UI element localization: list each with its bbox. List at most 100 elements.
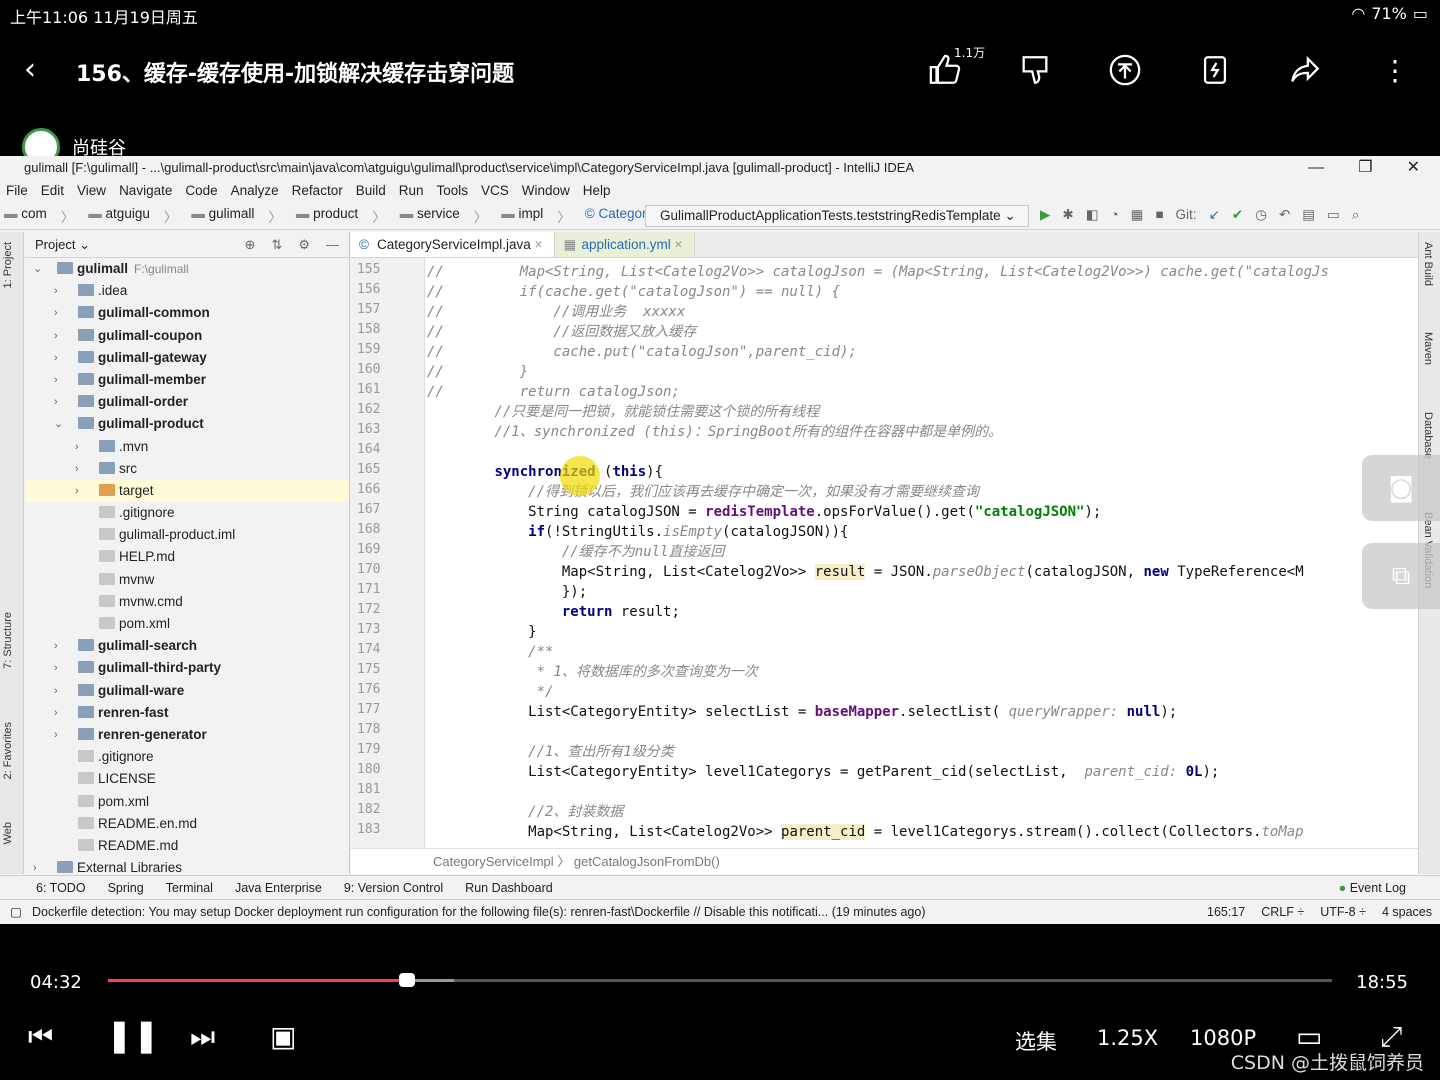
tree-node[interactable]: › .mvn xyxy=(25,436,349,458)
collapsed-icon[interactable]: › xyxy=(75,480,87,502)
build-icon[interactable]: ▦ xyxy=(1131,207,1144,223)
coverage-icon[interactable]: ◧ xyxy=(1086,207,1099,223)
record-button[interactable]: ⧉ xyxy=(1362,543,1440,609)
collapsed-icon[interactable]: › xyxy=(54,369,66,391)
close-icon[interactable]: ✕ xyxy=(1407,156,1420,180)
next-icon[interactable]: ⏭ xyxy=(190,1020,215,1054)
menu-tools[interactable]: Tools xyxy=(437,180,469,202)
code-line[interactable]: //只要是同一把锁，就能锁住需要这个锁的所有线程 xyxy=(427,402,819,422)
tool-window-button[interactable]: Spring xyxy=(108,876,144,899)
screenshot-button[interactable]: ◙ xyxy=(1362,455,1440,521)
code-line[interactable]: String catalogJSON = redisTemplate.opsFo… xyxy=(427,502,1101,522)
status-item[interactable]: 165:17 xyxy=(1207,900,1245,925)
tree-node[interactable]: › gulimall-coupon xyxy=(25,325,349,347)
tree-node[interactable]: README.en.md xyxy=(25,813,349,835)
notification-icon[interactable]: ▢ xyxy=(10,900,22,925)
git-history-icon[interactable]: ◷ xyxy=(1255,207,1267,223)
code-line[interactable]: // } xyxy=(427,362,528,382)
search-icon[interactable]: ⌕ xyxy=(1352,207,1360,223)
nav-crumb[interactable]: ▬ service xyxy=(400,206,460,226)
tree-node[interactable]: mvnw xyxy=(25,569,349,591)
tab-application-yml[interactable]: ▦ application.yml × xyxy=(555,232,696,257)
tab-structure[interactable]: 7: Structure xyxy=(2,612,14,669)
menu-refactor[interactable]: Refactor xyxy=(292,180,343,202)
tab-ant-build[interactable]: Ant Build xyxy=(1422,242,1434,286)
tab-database[interactable]: Database xyxy=(1422,412,1434,459)
more-button[interactable]: ⋮ xyxy=(1350,48,1440,92)
menu-build[interactable]: Build xyxy=(356,180,386,202)
tab-maven[interactable]: Maven xyxy=(1422,332,1434,365)
tree-node[interactable]: › .idea xyxy=(25,280,349,302)
tool-window-button[interactable]: Terminal xyxy=(166,876,213,899)
pause-icon[interactable]: ❚❚ xyxy=(106,1016,160,1054)
code-line[interactable]: // return catalogJson; xyxy=(427,382,680,402)
tool-window-button[interactable]: Run Dashboard xyxy=(465,876,553,899)
menu-analyze[interactable]: Analyze xyxy=(231,180,279,202)
nav-crumb[interactable]: ▬ product xyxy=(296,206,358,226)
menu-vcs[interactable]: VCS xyxy=(481,180,509,202)
tree-node[interactable]: › gulimall-common xyxy=(25,302,349,324)
code-area[interactable]: // Map<String, List<Catelog2Vo>> catalog… xyxy=(427,258,1417,848)
menu-navigate[interactable]: Navigate xyxy=(119,180,172,202)
episodes-button[interactable]: 选集 xyxy=(1015,1026,1057,1056)
collapsed-icon[interactable]: › xyxy=(54,724,66,746)
nav-crumb[interactable]: ▬ atguigu xyxy=(88,206,150,226)
tree-node[interactable]: mvnw.cmd xyxy=(25,591,349,613)
collapsed-icon[interactable]: › xyxy=(75,458,87,480)
menu-code[interactable]: Code xyxy=(185,180,217,202)
collapsed-icon[interactable]: › xyxy=(54,680,66,702)
tab-project[interactable]: 1: Project xyxy=(2,242,14,288)
collapse-icon[interactable]: ⇅ xyxy=(271,232,282,258)
gear-icon[interactable]: ⚙ xyxy=(298,232,310,258)
tool-window-button[interactable]: 6: TODO xyxy=(36,876,86,899)
window-icon[interactable]: ▭ xyxy=(1327,207,1340,223)
collapsed-icon[interactable]: › xyxy=(54,347,66,369)
git-commit-icon[interactable]: ✔ xyxy=(1232,207,1243,223)
code-line[interactable]: if(!StringUtils.isEmpty(catalogJSON)){ xyxy=(427,522,848,542)
event-log-button[interactable]: ● Event Log xyxy=(1339,876,1406,900)
code-line[interactable]: }); xyxy=(427,582,587,602)
status-item[interactable]: UTF-8 ÷ xyxy=(1320,900,1366,925)
menu-view[interactable]: View xyxy=(77,180,106,202)
tree-node[interactable]: LICENSE xyxy=(25,768,349,790)
tree-node[interactable]: › src xyxy=(25,458,349,480)
tree-node[interactable]: ⌄ gulimall F:\gulimall xyxy=(25,258,349,280)
collapsed-icon[interactable]: › xyxy=(54,702,66,724)
tree-node[interactable]: › gulimall-order xyxy=(25,391,349,413)
menu-file[interactable]: File xyxy=(6,180,28,202)
code-line[interactable]: synchronized (this){ xyxy=(427,462,663,482)
git-rollback-icon[interactable]: ↶ xyxy=(1279,207,1290,223)
git-update-icon[interactable]: ↙ xyxy=(1209,207,1220,223)
quality-button[interactable]: 1080P xyxy=(1190,1026,1256,1050)
tree-node[interactable]: › gulimall-member xyxy=(25,369,349,391)
tree-node[interactable]: › target xyxy=(25,479,349,503)
code-line[interactable]: List<CategoryEntity> selectList = baseMa… xyxy=(427,702,1177,722)
code-line[interactable]: //1、synchronized (this)：SpringBoot所有的组件在… xyxy=(427,422,1002,442)
tree-node[interactable]: › gulimall-gateway xyxy=(25,347,349,369)
code-line[interactable]: //缓存不为null直接返回 xyxy=(427,542,725,562)
share-button[interactable] xyxy=(1260,48,1350,92)
code-line[interactable]: List<CategoryEntity> level1Categorys = g… xyxy=(427,762,1219,782)
collapsed-icon[interactable]: › xyxy=(54,635,66,657)
debug-icon[interactable]: ✱ xyxy=(1062,207,1073,223)
nav-crumb[interactable]: ▬ com xyxy=(4,206,47,226)
code-line[interactable]: } xyxy=(427,622,536,642)
locate-icon[interactable]: ⊕ xyxy=(245,232,256,258)
run-config-select[interactable]: GulimallProductApplicationTests.teststri… xyxy=(645,205,1029,227)
code-line[interactable]: * 1、将数据库的多次查询变为一次 xyxy=(427,662,758,682)
tree-node[interactable]: › gulimall-third-party xyxy=(25,657,349,679)
restore-icon[interactable]: ❐ xyxy=(1358,156,1372,180)
collapsed-icon[interactable]: › xyxy=(54,325,66,347)
tree-node[interactable]: › gulimall-search xyxy=(25,635,349,657)
code-line[interactable]: //2、封装数据 xyxy=(427,802,623,822)
tool-window-button[interactable]: 9: Version Control xyxy=(344,876,443,899)
profile-icon[interactable]: ◔ xyxy=(1110,207,1118,223)
collapsed-icon[interactable]: › xyxy=(75,436,87,458)
back-icon[interactable]: ‹ xyxy=(24,52,36,87)
status-item[interactable]: 4 spaces xyxy=(1382,900,1432,925)
run-icon[interactable]: ▶ xyxy=(1040,207,1050,223)
tree-node[interactable]: › renren-generator xyxy=(25,724,349,746)
expanded-icon[interactable]: ⌄ xyxy=(54,413,66,435)
code-line[interactable]: Map<String, List<Catelog2Vo>> parent_cid… xyxy=(427,822,1304,842)
code-line[interactable]: // if(cache.get("catalogJson") == null) … xyxy=(427,282,840,302)
